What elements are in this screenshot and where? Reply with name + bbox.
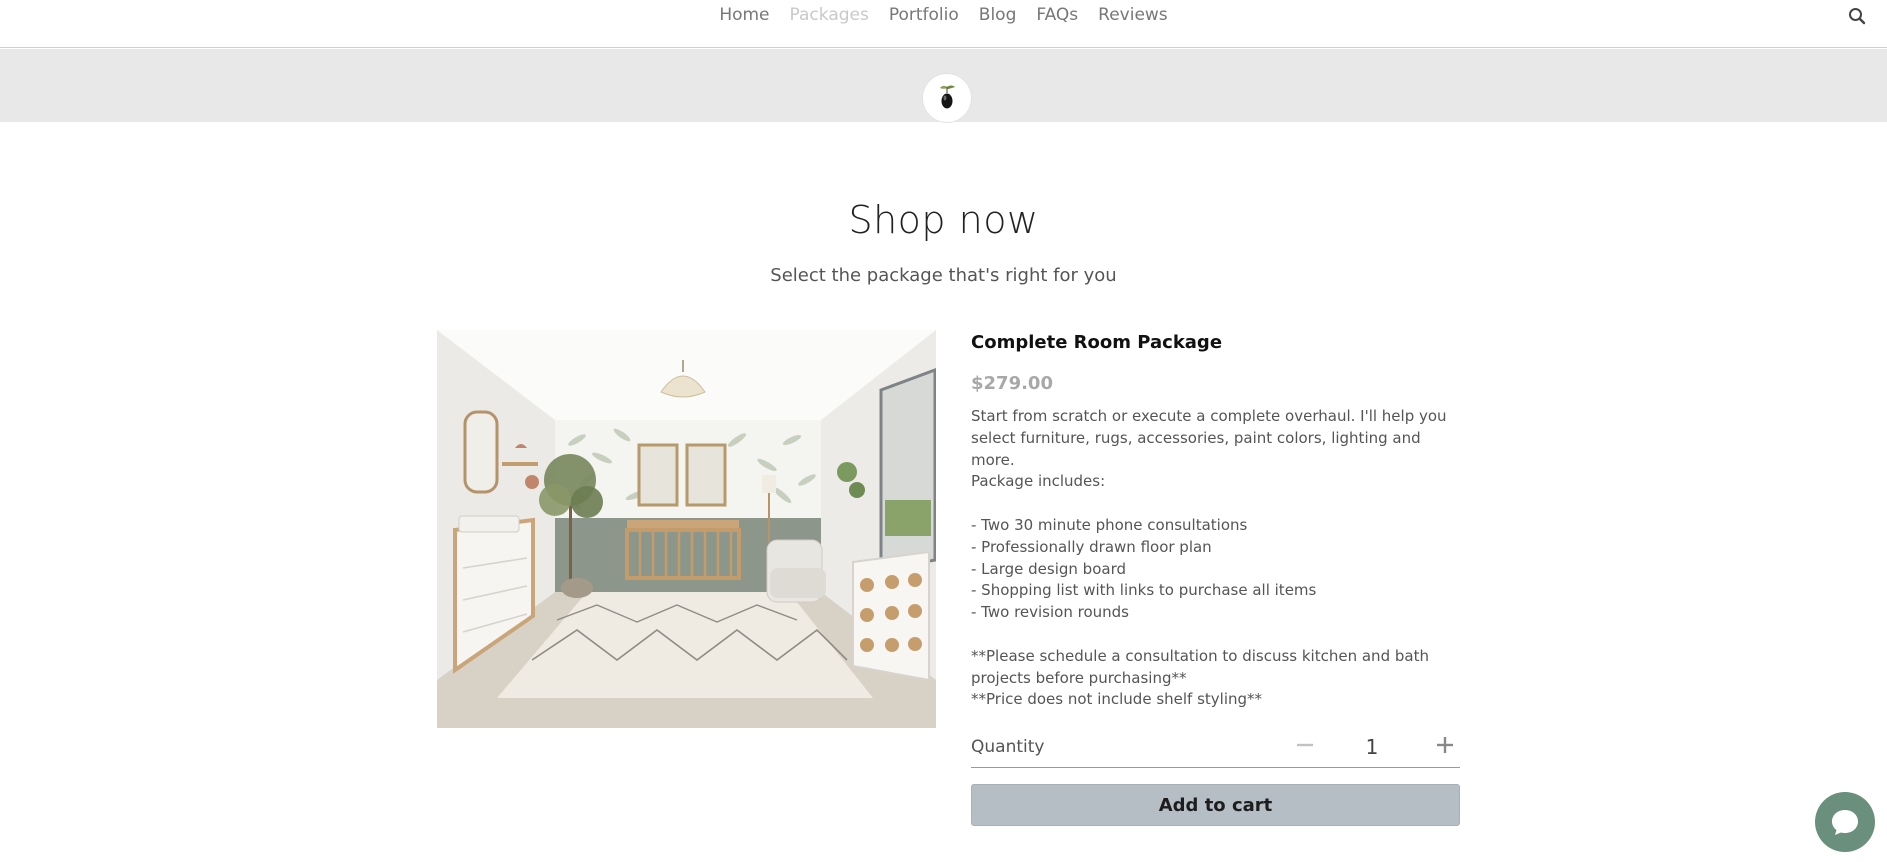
site-header: Home Packages Portfolio Blog FAQs Review…	[0, 0, 1887, 48]
header-banner	[0, 49, 1887, 123]
chat-button[interactable]	[1815, 792, 1875, 852]
description-line: **Please schedule a consultation to disc…	[971, 646, 1429, 665]
main-nav: Home Packages Portfolio Blog FAQs Review…	[0, 3, 1887, 27]
product-description: Start from scratch or execute a complete…	[971, 406, 1460, 711]
page-subtitle: Select the package that's right for you	[770, 265, 1117, 286]
olive-logo-icon	[940, 85, 955, 109]
product-details: Complete Room Package $279.00 Start from…	[971, 330, 1460, 711]
nav-packages[interactable]: Packages	[780, 3, 879, 27]
chat-bubble-icon	[1832, 810, 1858, 835]
nav-home[interactable]: Home	[709, 3, 779, 27]
description-line: - Professionally drawn floor plan	[971, 537, 1212, 556]
description-line: Start from scratch or execute a complete…	[971, 407, 1447, 425]
description-line: - Two revision rounds	[971, 603, 1129, 622]
product-price: $279.00	[971, 373, 1053, 394]
logo[interactable]	[922, 73, 972, 123]
nav-blog[interactable]: Blog	[969, 3, 1027, 27]
product-image[interactable]	[437, 330, 936, 728]
description-line	[971, 493, 1460, 515]
description-line: select furniture, rugs, accessories, pai…	[971, 428, 1421, 469]
description-line: - Shopping list with links to purchase a…	[971, 581, 1317, 600]
nav-reviews[interactable]: Reviews	[1088, 3, 1178, 27]
nav-portfolio[interactable]: Portfolio	[879, 3, 969, 27]
quantity-label: Quantity	[971, 736, 1045, 757]
quantity-value[interactable]: 1	[1350, 735, 1394, 759]
nav-faqs[interactable]: FAQs	[1026, 3, 1088, 27]
description-line: projects before purchasing**	[971, 668, 1187, 687]
minus-icon[interactable]	[1290, 734, 1320, 760]
plus-icon[interactable]	[1430, 734, 1460, 760]
page-title: Shop now	[848, 198, 1039, 242]
description-line: - Two 30 minute phone consultations	[971, 515, 1248, 534]
quantity-stepper: Quantity 1	[971, 726, 1460, 768]
search-icon[interactable]	[1848, 7, 1866, 25]
description-line: Package includes:	[971, 472, 1106, 491]
description-line: - Large design board	[971, 559, 1126, 578]
add-to-cart-button[interactable]: Add to cart	[971, 784, 1460, 826]
product-name: Complete Room Package	[971, 332, 1223, 353]
description-line: **Price does not include shelf styling**	[971, 690, 1263, 709]
description-line	[971, 624, 1460, 646]
